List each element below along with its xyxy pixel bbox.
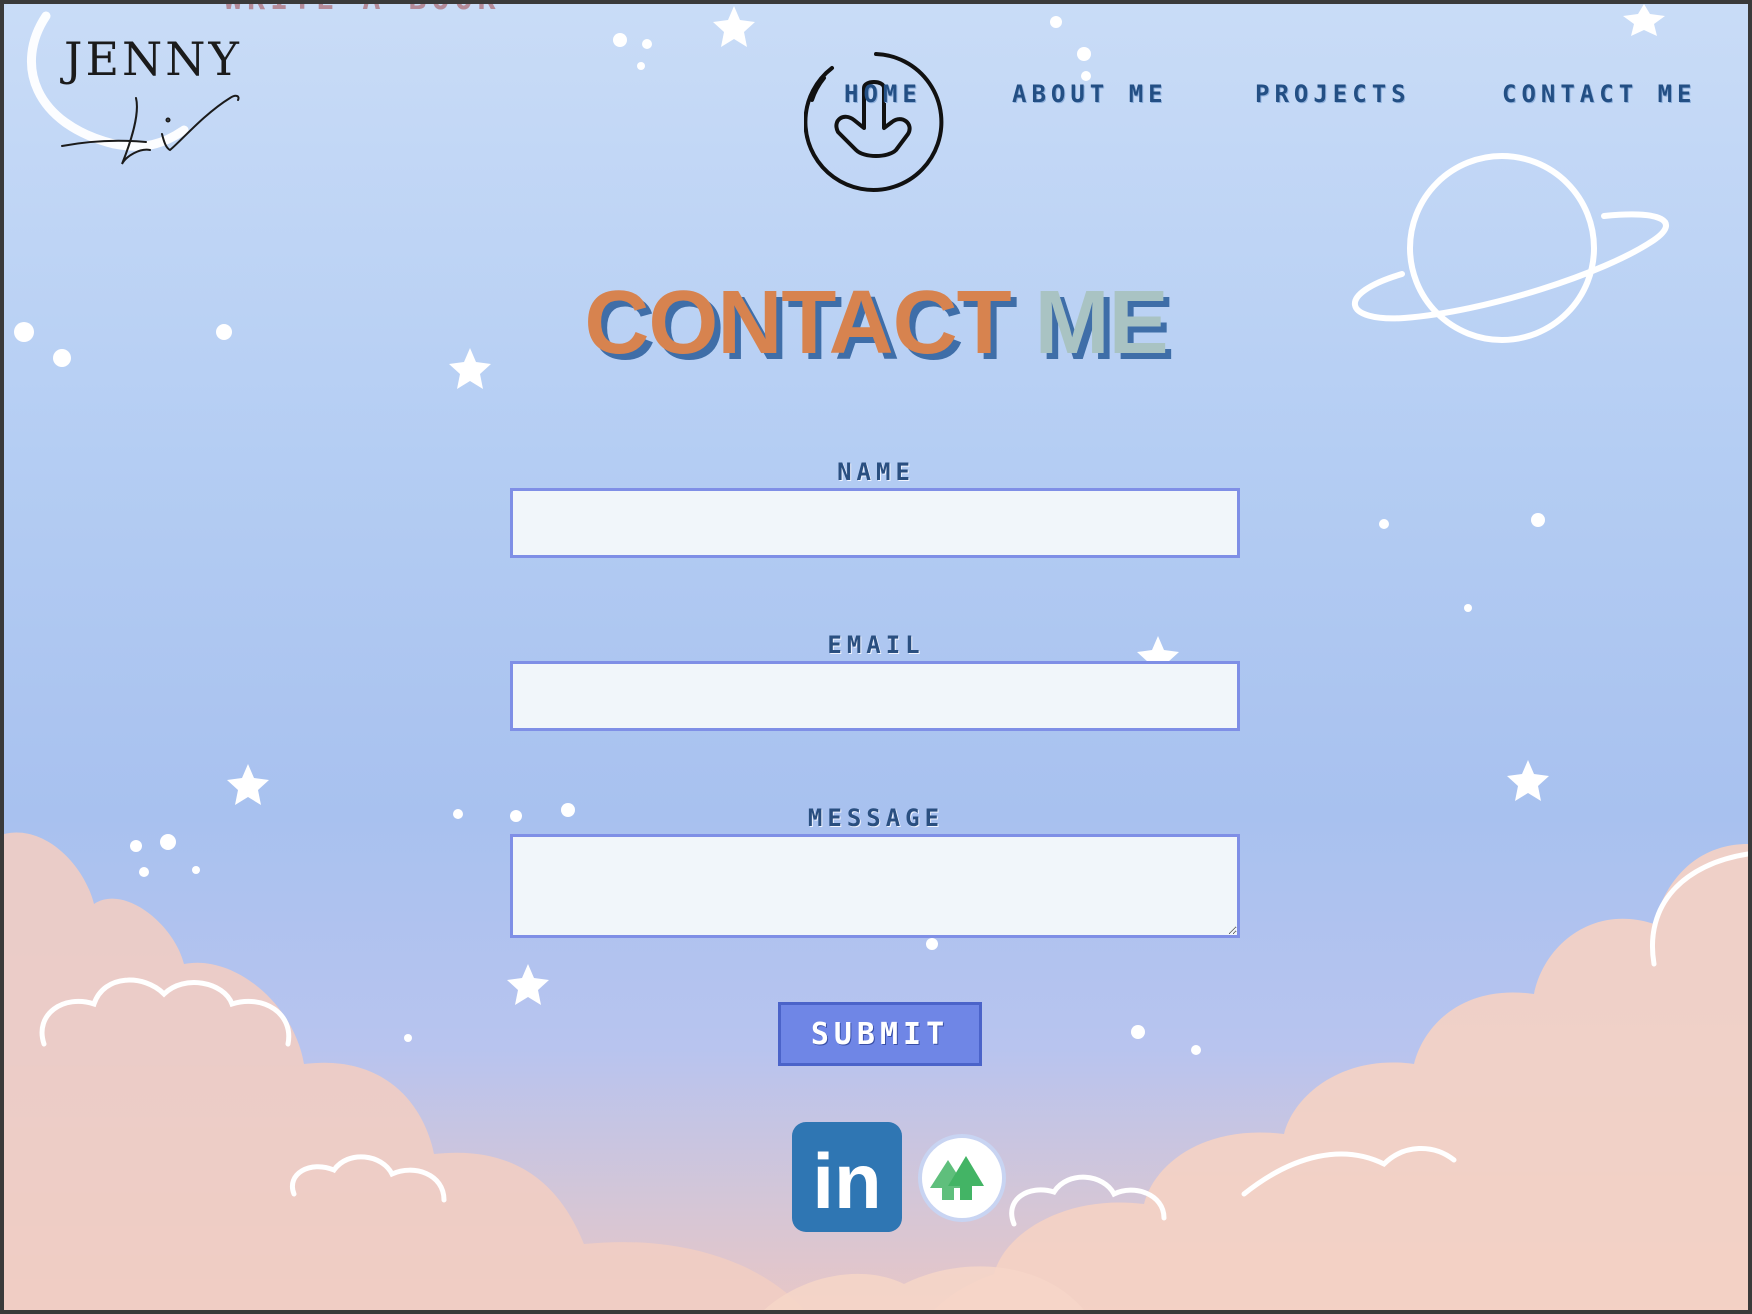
logo-signature [61, 94, 240, 165]
clipped-heading-text: WRITE A BOOK [224, 4, 501, 17]
message-field[interactable] [510, 834, 1240, 938]
nav-home-link[interactable]: HOME [844, 80, 922, 108]
page-title-part2: ME [1034, 273, 1169, 373]
arrow-down-circle-icon[interactable] [803, 50, 948, 194]
nav-about-link[interactable]: ABOUT ME [1012, 80, 1168, 108]
linkedin-link[interactable]: in [792, 1122, 902, 1232]
name-field[interactable] [510, 488, 1240, 558]
message-label: MESSAGE [807, 804, 945, 832]
linktree-link[interactable] [918, 1134, 1006, 1222]
page-title: CONTACT ME [4, 272, 1748, 375]
email-label: EMAIL [827, 631, 925, 659]
name-label: NAME [837, 458, 915, 486]
linkedin-icon: in [792, 1122, 902, 1232]
nav-contact-link[interactable]: CONTACT ME [1502, 80, 1697, 108]
email-field[interactable] [510, 661, 1240, 731]
page-title-part1: CONTACT [584, 273, 1011, 373]
submit-button[interactable]: SUBMIT [778, 1002, 982, 1066]
nav-projects-link[interactable]: PROJECTS [1255, 80, 1411, 108]
linkedin-icon-text: in [812, 1137, 881, 1225]
page: WRITE A BOOK JENNY HOME ABOUT ME PROJECT… [4, 4, 1748, 1310]
linktree-icon [918, 1134, 1006, 1222]
logo-wordmark: JENNY [64, 32, 242, 86]
site-logo[interactable]: JENNY [54, 24, 244, 174]
